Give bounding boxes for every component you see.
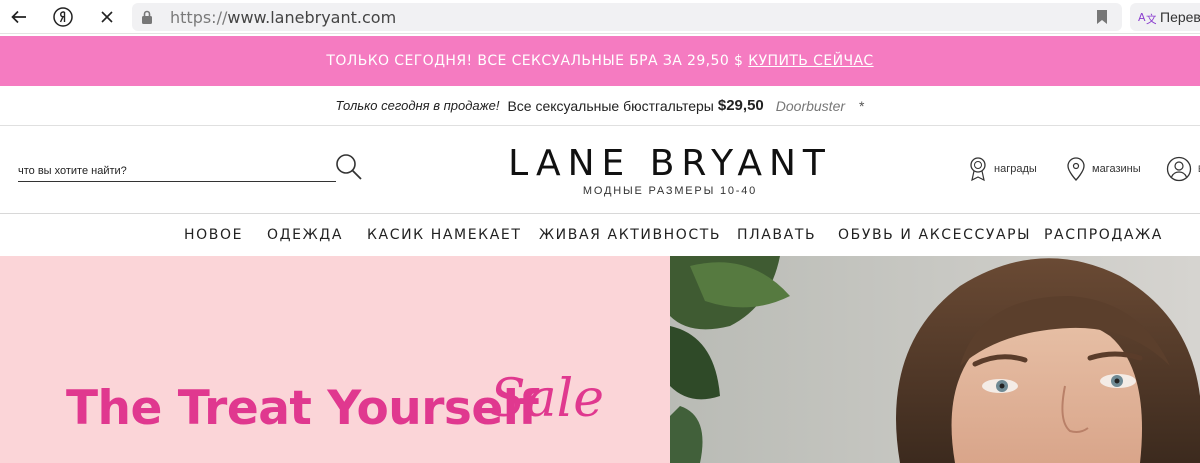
main-navigation: НОВОЕ ОДЕЖДА КАСИК НАМЕКАЕТ ЖИВАЯ АКТИВН… (0, 214, 1200, 256)
svg-text:A: A (1138, 11, 1146, 24)
yandex-icon (53, 7, 73, 27)
rewards-label: награды (994, 163, 1037, 175)
location-pin-icon (1067, 157, 1085, 181)
stop-button[interactable] (94, 4, 120, 30)
rewards-icon (970, 157, 986, 182)
back-arrow-icon (11, 10, 26, 24)
nav-item-shoes-accessories[interactable]: ОБУВЬ И АКСЕССУАРЫ (838, 227, 1031, 243)
svg-text:文: 文 (1146, 12, 1156, 25)
bookmark-icon[interactable] (1096, 9, 1108, 25)
address-url: https://www.lanebryant.com (170, 8, 397, 27)
yandex-button[interactable] (50, 4, 76, 30)
translate-icon: A文 (1138, 11, 1156, 25)
rewards-link[interactable]: награды (968, 156, 1037, 182)
nav-item-new[interactable]: НОВОЕ (184, 227, 243, 243)
nav-item-cacique[interactable]: КАСИК НАМЕКАЕТ (367, 227, 522, 243)
search-button[interactable] (334, 152, 366, 184)
hero-script-word: Sale (490, 369, 605, 429)
logo-wordmark: LANE BRYANT (508, 143, 832, 184)
nav-item-swim[interactable]: ПЛАВАТЬ (737, 227, 816, 243)
browser-toolbar: https://www.lanebryant.com A文 Переве (0, 0, 1200, 34)
stores-link[interactable]: магазины (1066, 156, 1141, 182)
nav-item-active[interactable]: ЖИВАЯ АКТИВНОСТЬ (539, 227, 721, 243)
promo-text: ТОЛЬКО СЕГОДНЯ! ВСЕ СЕКСУАЛЬНЫЕ БРА ЗА 2… (326, 53, 744, 69)
stores-label: магазины (1092, 163, 1141, 175)
hero-photo[interactable] (670, 256, 1200, 463)
translate-button[interactable]: A文 Переве (1130, 3, 1200, 31)
sub-promo-asterisk[interactable]: * (859, 98, 864, 114)
nav-item-sale[interactable]: РАСПРОДАЖА (1044, 227, 1163, 243)
search-input[interactable] (18, 160, 336, 182)
address-bar[interactable]: https://www.lanebryant.com (132, 3, 1122, 31)
hero-model-image (670, 256, 1200, 463)
back-button[interactable] (6, 4, 32, 30)
sub-promo-price: $29,50 (717, 97, 764, 114)
sub-promo-text: Все сексуальные бюстгальтеры (507, 97, 714, 114)
account-icon (1166, 156, 1192, 182)
sub-promo-banner: Только сегодня в продаже! Все сексуальны… (0, 86, 1200, 126)
promo-shop-link[interactable]: КУПИТЬ СЕЙЧАС (748, 53, 873, 69)
search-icon (336, 154, 362, 180)
lock-icon (142, 10, 152, 24)
site-logo[interactable]: LANE BRYANT МОДНЫЕ РАЗМЕРЫ 10-40 (500, 143, 840, 197)
hero-banner[interactable]: The Treat Yourself Sale (0, 256, 670, 463)
hero-title: The Treat Yourself (66, 381, 539, 436)
close-icon (101, 11, 113, 23)
promo-banner: ТОЛЬКО СЕГОДНЯ! ВСЕ СЕКСУАЛЬНЫЕ БРА ЗА 2… (0, 36, 1200, 86)
site-header: LANE BRYANT МОДНЫЕ РАЗМЕРЫ 10-40 награды… (0, 126, 1200, 214)
nav-item-clothing[interactable]: ОДЕЖДА (267, 227, 343, 243)
account-link[interactable]: Е (1166, 156, 1200, 182)
sub-promo-lead: Только сегодня в продаже! (335, 98, 500, 113)
logo-tagline: МОДНЫЕ РАЗМЕРЫ 10-40 (582, 185, 758, 197)
translate-label: Переве (1160, 9, 1200, 25)
sub-promo-tag: Doorbuster (775, 97, 846, 114)
